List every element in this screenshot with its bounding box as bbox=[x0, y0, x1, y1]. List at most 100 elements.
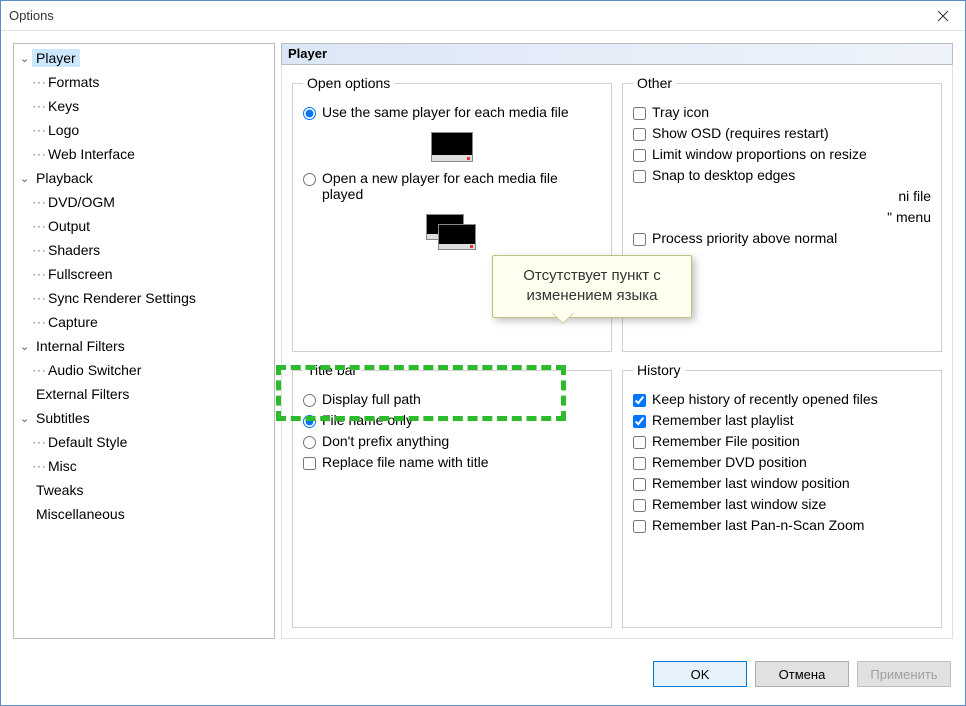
history-group: History Keep history of recently opened … bbox=[622, 362, 942, 628]
tree-branch-icon: ⋯ bbox=[32, 362, 44, 379]
tree-item-audio-switcher[interactable]: ⋯Audio Switcher bbox=[14, 358, 274, 382]
check-remember-playlist[interactable]: Remember last playlist bbox=[633, 412, 931, 428]
tree-item-label: Misc bbox=[44, 457, 81, 475]
tree-item-label: External Filters bbox=[32, 385, 133, 403]
tree-item-label: Web Interface bbox=[44, 145, 139, 163]
radio-full-path[interactable]: Display full path bbox=[303, 391, 601, 407]
tree-item-logo[interactable]: ⋯Logo bbox=[14, 118, 274, 142]
radio-new-player-input[interactable] bbox=[303, 173, 316, 186]
close-icon bbox=[937, 10, 949, 22]
tree-item-miscellaneous[interactable]: Miscellaneous bbox=[14, 502, 274, 526]
tree-item-dvd-ogm[interactable]: ⋯DVD/OGM bbox=[14, 190, 274, 214]
tree-item-label: Player bbox=[32, 49, 80, 67]
apply-button[interactable]: Применить bbox=[857, 661, 951, 687]
radio-same-player-label: Use the same player for each media file bbox=[322, 104, 569, 120]
check-menu[interactable]: " menu bbox=[633, 209, 931, 225]
check-limit-proportions[interactable]: Limit window proportions on resize bbox=[633, 146, 931, 162]
titlebar: Options bbox=[1, 1, 965, 31]
close-button[interactable] bbox=[920, 1, 965, 30]
tree-item-external-filters[interactable]: External Filters bbox=[14, 382, 274, 406]
caret-icon: ⌄ bbox=[20, 172, 32, 185]
tree-item-label: Shaders bbox=[44, 241, 104, 259]
check-ini-file[interactable]: ni file bbox=[633, 188, 931, 204]
tree-branch-icon: ⋯ bbox=[32, 194, 44, 211]
tree-item-internal-filters[interactable]: ⌄Internal Filters bbox=[14, 334, 274, 358]
tree-item-label: Sync Renderer Settings bbox=[44, 289, 200, 307]
tree-item-label: Audio Switcher bbox=[44, 361, 145, 379]
caret-icon: ⌄ bbox=[20, 52, 32, 65]
tree-item-label: Miscellaneous bbox=[32, 505, 129, 523]
tree-item-misc[interactable]: ⋯Misc bbox=[14, 454, 274, 478]
tree-item-label: Fullscreen bbox=[44, 265, 117, 283]
tree-item-subtitles[interactable]: ⌄Subtitles bbox=[14, 406, 274, 430]
tree-item-label: DVD/OGM bbox=[44, 193, 119, 211]
tree-item-label: Formats bbox=[44, 73, 103, 91]
check-replace-title[interactable]: Replace file name with title bbox=[303, 454, 601, 470]
tree-item-playback[interactable]: ⌄Playback bbox=[14, 166, 274, 190]
check-show-osd[interactable]: Show OSD (requires restart) bbox=[633, 125, 931, 141]
tree-item-label: Logo bbox=[44, 121, 83, 139]
check-keep-history[interactable]: Keep history of recently opened files bbox=[633, 391, 931, 407]
radio-no-prefix[interactable]: Don't prefix anything bbox=[303, 433, 601, 449]
other-legend: Other bbox=[633, 75, 676, 91]
tree-item-formats[interactable]: ⋯Formats bbox=[14, 70, 274, 94]
tree-item-shaders[interactable]: ⋯Shaders bbox=[14, 238, 274, 262]
tree-item-default-style[interactable]: ⋯Default Style bbox=[14, 430, 274, 454]
tree-item-fullscreen[interactable]: ⋯Fullscreen bbox=[14, 262, 274, 286]
check-remember-dvd-pos[interactable]: Remember DVD position bbox=[633, 454, 931, 470]
check-remember-file-pos[interactable]: Remember File position bbox=[633, 433, 931, 449]
caret-icon: ⌄ bbox=[20, 340, 32, 353]
tree-branch-icon: ⋯ bbox=[32, 146, 44, 163]
check-remember-pan-zoom[interactable]: Remember last Pan-n-Scan Zoom bbox=[633, 517, 931, 533]
tree-item-tweaks[interactable]: Tweaks bbox=[14, 478, 274, 502]
dialog-buttons: OK Отмена Применить bbox=[1, 651, 965, 697]
tree-branch-icon: ⋯ bbox=[32, 266, 44, 283]
radio-new-player[interactable]: Open a new player for each media file pl… bbox=[303, 170, 601, 202]
tree-branch-icon: ⋯ bbox=[32, 218, 44, 235]
window-title: Options bbox=[9, 8, 54, 23]
tree-branch-icon: ⋯ bbox=[32, 122, 44, 139]
tree-branch-icon: ⋯ bbox=[32, 434, 44, 451]
tree-branch-icon: ⋯ bbox=[32, 98, 44, 115]
nav-tree[interactable]: ⌄Player⋯Formats⋯Keys⋯Logo⋯Web Interface⌄… bbox=[13, 43, 275, 639]
tree-item-sync-renderer-settings[interactable]: ⋯Sync Renderer Settings bbox=[14, 286, 274, 310]
player-multi-icon bbox=[426, 214, 478, 254]
tree-item-label: Playback bbox=[32, 169, 97, 187]
check-remember-win-pos[interactable]: Remember last window position bbox=[633, 475, 931, 491]
tree-item-label: Capture bbox=[44, 313, 102, 331]
tree-branch-icon: ⋯ bbox=[32, 458, 44, 475]
radio-same-player[interactable]: Use the same player for each media file bbox=[303, 104, 601, 120]
tree-item-capture[interactable]: ⋯Capture bbox=[14, 310, 274, 334]
page-header: Player bbox=[281, 43, 953, 65]
tree-item-web-interface[interactable]: ⋯Web Interface bbox=[14, 142, 274, 166]
open-options-legend: Open options bbox=[303, 75, 394, 91]
tree-branch-icon: ⋯ bbox=[32, 314, 44, 331]
cancel-button[interactable]: Отмена bbox=[755, 661, 849, 687]
radio-new-player-label: Open a new player for each media file pl… bbox=[322, 170, 601, 202]
tree-item-label: Subtitles bbox=[32, 409, 94, 427]
check-snap-edges[interactable]: Snap to desktop edges bbox=[633, 167, 931, 183]
radio-file-name-only[interactable]: File name only bbox=[303, 412, 601, 428]
titlebar-legend: Title bar bbox=[303, 362, 361, 378]
radio-same-player-input[interactable] bbox=[303, 107, 316, 120]
check-remember-win-size[interactable]: Remember last window size bbox=[633, 496, 931, 512]
tree-item-label: Default Style bbox=[44, 433, 131, 451]
annotation-tooltip: Отсутствует пункт с изменением языка bbox=[492, 255, 692, 318]
player-single-icon bbox=[431, 132, 473, 162]
titlebar-group: Title bar Display full path File name on… bbox=[292, 362, 612, 628]
tree-branch-icon: ⋯ bbox=[32, 242, 44, 259]
tree-item-output[interactable]: ⋯Output bbox=[14, 214, 274, 238]
tree-item-player[interactable]: ⌄Player bbox=[14, 46, 274, 70]
tree-branch-icon: ⋯ bbox=[32, 290, 44, 307]
tree-item-label: Keys bbox=[44, 97, 83, 115]
tree-branch-icon: ⋯ bbox=[32, 74, 44, 91]
tree-item-label: Internal Filters bbox=[32, 337, 129, 355]
tree-item-label: Output bbox=[44, 217, 94, 235]
tree-item-label: Tweaks bbox=[32, 481, 87, 499]
history-legend: History bbox=[633, 362, 685, 378]
ok-button[interactable]: OK bbox=[653, 661, 747, 687]
tree-item-keys[interactable]: ⋯Keys bbox=[14, 94, 274, 118]
caret-icon: ⌄ bbox=[20, 412, 32, 425]
check-tray-icon[interactable]: Tray icon bbox=[633, 104, 931, 120]
check-priority[interactable]: Process priority above normal bbox=[633, 230, 931, 246]
